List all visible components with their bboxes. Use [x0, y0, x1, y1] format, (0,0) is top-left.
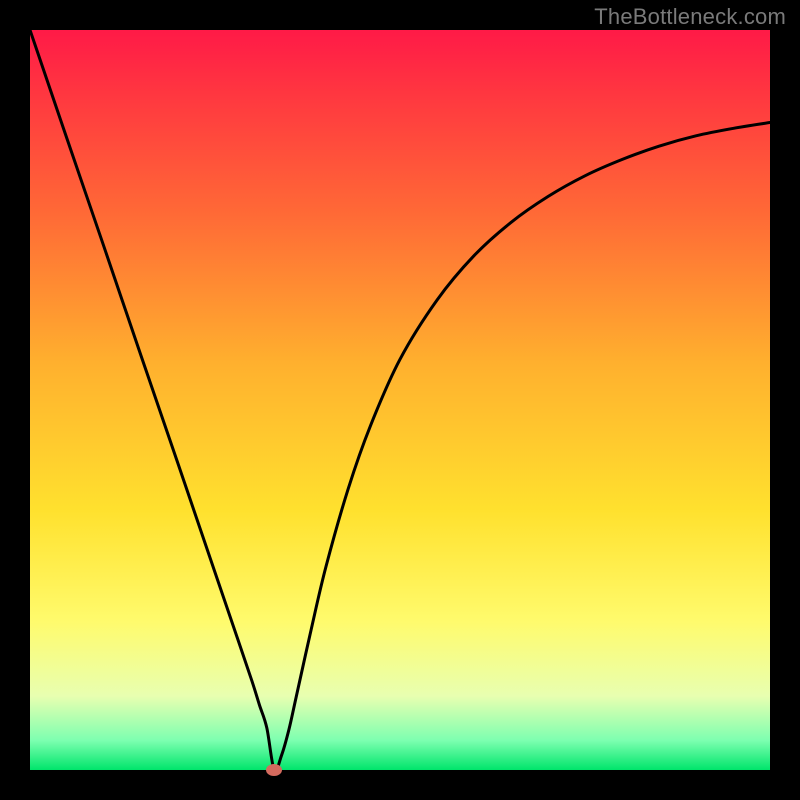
- watermark-text: TheBottleneck.com: [594, 4, 786, 30]
- optimal-point-marker: [266, 764, 282, 776]
- plot-area: [30, 30, 770, 770]
- chart-frame: TheBottleneck.com: [0, 0, 800, 800]
- bottleneck-curve: [30, 30, 770, 770]
